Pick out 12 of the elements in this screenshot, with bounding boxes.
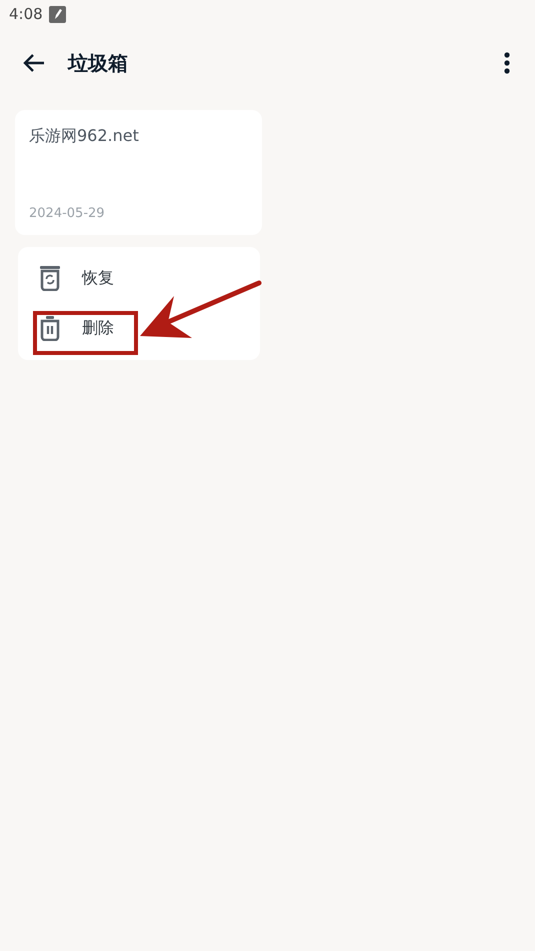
delete-menu-item[interactable]: 删除 [33, 311, 138, 355]
back-arrow-icon [23, 53, 45, 73]
restore-menu-item[interactable]: 恢复 [33, 261, 138, 305]
page-title: 垃圾箱 [68, 50, 129, 76]
notification-edit-icon [48, 6, 66, 22]
note-date: 2024-05-29 [29, 206, 106, 221]
note-card[interactable]: 乐游网962.net 2024-05-29 [15, 110, 262, 235]
trash-icon [38, 315, 62, 341]
status-time: 4:08 [9, 5, 43, 23]
note-text: 乐游网962.net [29, 126, 140, 147]
trash-refresh-icon [38, 265, 62, 291]
more-options-icon [504, 52, 510, 74]
